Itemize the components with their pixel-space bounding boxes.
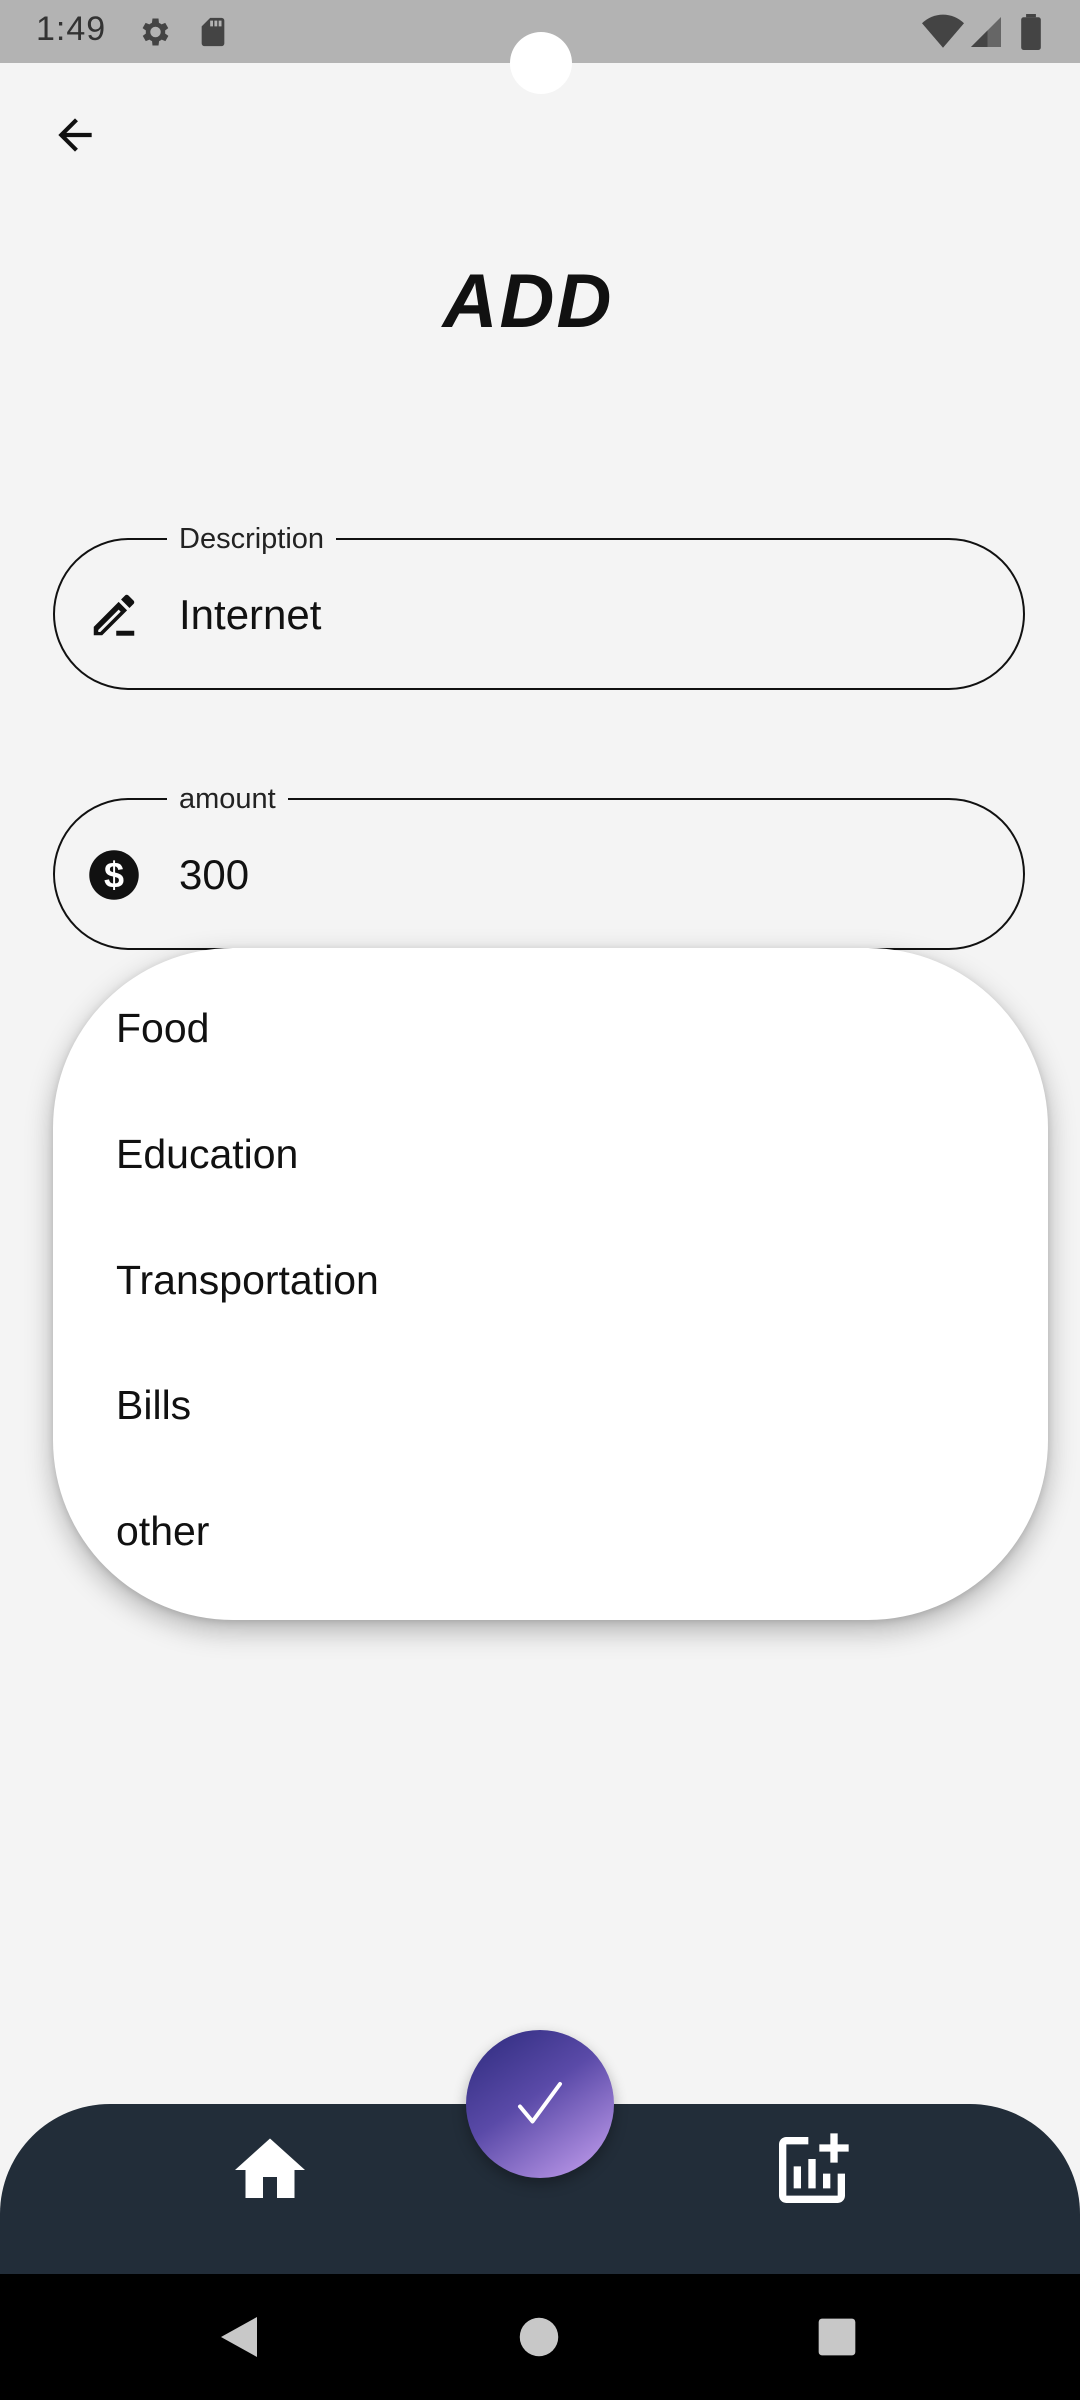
- status-time: 1:49: [36, 10, 107, 48]
- description-label: Description: [167, 522, 337, 556]
- back-triangle-icon: [221, 2317, 257, 2357]
- amount-input[interactable]: 300: [179, 850, 249, 900]
- home-circle-icon: [519, 2317, 559, 2357]
- home-icon: [235, 2138, 305, 2198]
- recents-square-icon: [818, 2318, 856, 2356]
- page-title: ADD: [442, 259, 614, 344]
- description-field[interactable]: Description Internet: [53, 522, 1025, 690]
- confirm-fab-button[interactable]: [466, 2030, 614, 2178]
- system-back-button[interactable]: [208, 2306, 270, 2368]
- camera-cutout: [510, 32, 572, 94]
- wifi-icon: [922, 14, 964, 55]
- sd-card-icon: [196, 14, 230, 55]
- svg-text:$: $: [104, 854, 124, 895]
- system-home-button[interactable]: [508, 2306, 570, 2368]
- amount-label: amount: [167, 782, 288, 816]
- description-input[interactable]: Internet: [179, 590, 321, 640]
- amount-field[interactable]: amount $ 300: [53, 782, 1025, 950]
- signal-icon: [968, 14, 1004, 55]
- category-dropdown-menu: Food Education Transportation Bills othe…: [53, 948, 1048, 1620]
- add-chart-icon: [779, 2133, 849, 2203]
- pen-icon: [87, 588, 141, 642]
- nav-add-chart-button[interactable]: [768, 2126, 856, 2214]
- system-recents-button[interactable]: [806, 2306, 868, 2368]
- dollar-circle-icon: $: [87, 848, 141, 902]
- dropdown-option-food[interactable]: Food: [116, 1003, 209, 1053]
- gear-icon: [136, 14, 172, 55]
- arrow-left-icon: [58, 118, 92, 152]
- dropdown-option-other[interactable]: other: [116, 1506, 209, 1556]
- check-icon: [518, 2082, 562, 2124]
- nav-home-button[interactable]: [228, 2128, 312, 2212]
- back-button[interactable]: [40, 100, 110, 170]
- dropdown-option-transportation[interactable]: Transportation: [116, 1255, 379, 1305]
- dropdown-option-bills[interactable]: Bills: [116, 1380, 191, 1430]
- dropdown-option-education[interactable]: Education: [116, 1129, 298, 1179]
- battery-icon: [1020, 14, 1042, 55]
